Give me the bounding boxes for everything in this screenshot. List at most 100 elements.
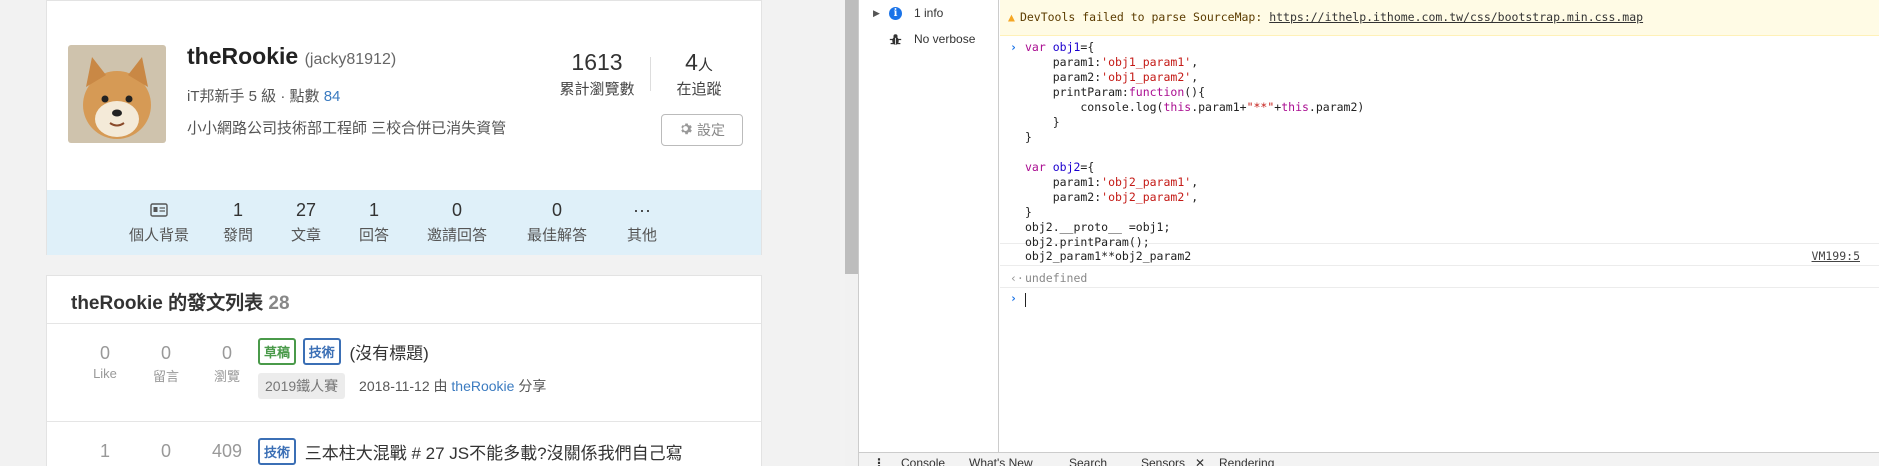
stats-bar-item-background[interactable]: 個人背景 [119, 198, 199, 245]
console-prompt-input[interactable]: › [1000, 288, 1879, 310]
tag-tech[interactable]: 技術 [258, 438, 297, 465]
tab-sensors[interactable]: Sensors [1141, 456, 1185, 466]
stats-bar-item-more[interactable]: ··· 其他 [617, 198, 667, 245]
expand-triangle-icon[interactable]: ▶ [873, 8, 889, 19]
post-title-row: 技術 三本柱大混戰 # 27 JS不能多載?沒關係我們自己寫 [258, 438, 683, 465]
tab-rendering[interactable]: Rendering [1219, 456, 1274, 466]
post-comment-stat: 0 留言 [136, 343, 196, 385]
followers-unit: 人 [697, 57, 713, 74]
page-scrollbar-thumb[interactable] [845, 0, 858, 274]
view-label: 瀏覽 [213, 369, 240, 384]
post-action: 分享 [518, 378, 547, 394]
result-text: undefined [1025, 271, 1088, 285]
comment-count: 0 [160, 343, 171, 363]
followers-stat[interactable]: 4人 在追蹤 [659, 49, 739, 99]
stats-bar-label: 最佳解答 [526, 227, 587, 244]
like-count: 1 [99, 441, 110, 461]
sidebar-item-label: 1 info [914, 6, 944, 20]
sidebar-item-label: No verbose [914, 32, 976, 46]
stats-bar-item-questions[interactable]: 1 發問 [213, 198, 263, 245]
post-author-link[interactable]: theRookie [451, 378, 514, 394]
devtools-panel: ▶ i 1 info No verbose ▲ DevTools failed t… [858, 0, 1879, 466]
post-view-stat: 0 瀏覽 [197, 343, 257, 385]
total-views-value: 1613 [571, 49, 623, 75]
stats-bar-item-answers[interactable]: 1 回答 [349, 198, 399, 245]
stats-bar-label: 其他 [626, 227, 657, 244]
post-title-link[interactable]: 三本柱大混戰 # 27 JS不能多載?沒關係我們自己寫 [305, 444, 683, 463]
avatar[interactable] [68, 45, 166, 143]
console-sidebar: ▶ i 1 info No verbose [859, 0, 999, 452]
posts-header: theRookie 的發文列表 28 [71, 288, 290, 315]
tab-whats-new[interactable]: What's New [969, 456, 1033, 466]
tag-draft[interactable]: 草稿 [258, 338, 297, 365]
post-title-link[interactable]: (沒有標題) [350, 344, 429, 363]
tag-tech[interactable]: 技術 [302, 338, 341, 365]
rank-text: iT邦新手 5 級 · 點數 [187, 88, 320, 105]
devtools-drawer-tabs: ⋮ Console What's New Search Sensors ✕ Re… [859, 452, 1879, 466]
prompt-chevron-icon: › [1010, 291, 1017, 305]
view-count: 0 [221, 343, 232, 363]
log-source-link[interactable]: VM199:5 [1812, 249, 1860, 263]
points-link[interactable]: 84 [324, 88, 341, 105]
like-label: Like [93, 366, 117, 381]
stat-divider [650, 57, 651, 91]
screen: theRookie (jacky81912) iT邦新手 5 級 · 點數 84… [0, 0, 1879, 466]
console-log-row: obj2_param1**obj2_param2 VM199:5 [1000, 244, 1879, 266]
drawer-menu-icon[interactable]: ⋮ [873, 456, 885, 466]
profile-username: theRookie (jacky81912) [187, 43, 396, 70]
followers-value: 4 [685, 49, 698, 75]
stats-bar-label: 邀請回答 [426, 227, 487, 244]
comment-label: 留言 [152, 369, 179, 384]
rank-line: iT邦新手 5 級 · 點數 84 [187, 85, 340, 106]
posts-header-title: theRookie 的發文列表 [71, 293, 264, 314]
username-text: theRookie [187, 43, 299, 69]
code-text: var obj1={ param1:'obj1_param1', param2:… [1025, 40, 1365, 249]
stats-bar-item-articles[interactable]: 27 文章 [281, 198, 331, 245]
post-title-row: 草稿 技術 (沒有標題) [258, 338, 429, 365]
warning-icon: ▲ [1008, 10, 1015, 24]
console-result-row: ‹· undefined [1000, 266, 1879, 288]
stats-bar-item-best-answers[interactable]: 0 最佳解答 [517, 198, 597, 245]
stats-bar-label: 文章 [290, 227, 321, 244]
text-caret [1025, 293, 1026, 307]
stats-bar-label: 回答 [358, 227, 389, 244]
profile-page: theRookie (jacky81912) iT邦新手 5 級 · 點數 84… [0, 0, 845, 466]
sourcemap-link[interactable]: https://ithelp.ithome.com.tw/css/bootstr… [1269, 10, 1643, 24]
followers-label: 在追蹤 [676, 81, 722, 98]
return-arrow-icon: ‹· [1010, 271, 1024, 285]
stats-bar-value: 1 [232, 200, 243, 220]
tab-search[interactable]: Search [1069, 456, 1107, 466]
post-date: 2018-11-12 [359, 378, 430, 394]
profile-bio: 小小網路公司技術部工程師 三校合併已消失資管 [187, 120, 507, 137]
sidebar-item-info[interactable]: ▶ i 1 info [873, 6, 943, 20]
like-count: 0 [99, 343, 110, 363]
stats-bar-label: 個人背景 [128, 227, 189, 244]
stats-bar-value: 27 [295, 200, 317, 220]
stats-bar-value: 1 [368, 200, 379, 220]
post-view-stat: 409 [197, 441, 257, 462]
bug-icon [889, 33, 902, 46]
sidebar-item-verbose[interactable]: No verbose [873, 32, 975, 46]
settings-label: 設定 [697, 122, 725, 138]
post-like-stat: 0 Like [75, 343, 135, 381]
prompt-chevron-icon: › [1010, 40, 1017, 54]
comment-count: 0 [160, 441, 171, 461]
settings-button[interactable]: 設定 [661, 114, 743, 146]
total-views-label: 累計瀏覽數 [559, 81, 635, 98]
view-count: 409 [211, 441, 243, 461]
tab-console[interactable]: Console [901, 456, 945, 466]
console-output[interactable]: ▲ DevTools failed to parse SourceMap: htt… [1000, 0, 1879, 452]
total-views-stat: 1613 累計瀏覽數 [547, 49, 647, 99]
stats-bar-item-invites[interactable]: 0 邀請回答 [417, 198, 497, 245]
stats-bar-label: 發問 [222, 227, 253, 244]
stats-bar: 個人背景 1 發問 27 文章 1 回答 0 邀請回答 0 最佳解答 ··· 其… [47, 190, 761, 255]
series-badge[interactable]: 2019鐵人賽 [258, 373, 346, 399]
stats-bar-value: 0 [451, 200, 462, 220]
post-by: 由 [433, 378, 448, 394]
username-handle: (jacky81912) [304, 51, 397, 68]
close-icon[interactable]: ✕ [1195, 456, 1205, 466]
post-meta: 2019鐵人賽 2018-11-12 由 theRookie 分享 [258, 373, 546, 399]
divider [47, 323, 761, 324]
more-icon: ··· [633, 200, 651, 220]
profile-card: theRookie (jacky81912) iT邦新手 5 級 · 點數 84… [46, 0, 762, 255]
